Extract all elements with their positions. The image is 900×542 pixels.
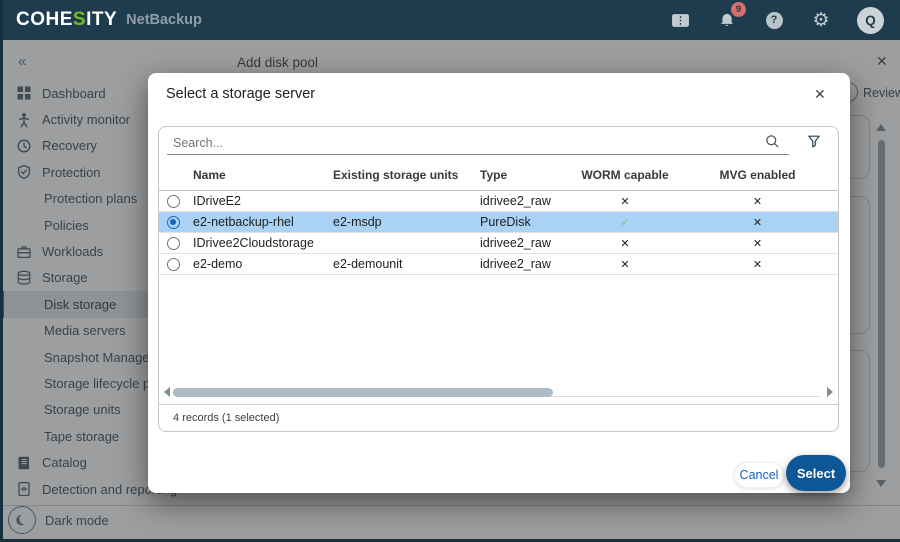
search-icon[interactable]: [765, 134, 780, 154]
dialog-close-button[interactable]: ✕: [812, 84, 828, 105]
table-row[interactable]: IDrivee2Cloudstorage idrivee2_raw ✕ ✕: [159, 233, 838, 254]
radio-button[interactable]: [167, 258, 180, 271]
header-actions: 9 ? ⚙ Q: [669, 7, 884, 34]
table-row-selected[interactable]: e2-netbackup-rhel e2-msdp PureDisk ✓ ✕: [159, 212, 838, 233]
select-storage-server-dialog: Select a storage server ✕ Name Existing …: [148, 73, 850, 493]
cell-type: idrivee2_raw: [480, 257, 565, 271]
worm-capable-mark: ✕: [565, 258, 685, 271]
cell-type: idrivee2_raw: [480, 236, 565, 250]
dialog-title: Select a storage server: [166, 86, 315, 102]
license-ticket-button[interactable]: [669, 9, 691, 31]
worm-capable-mark: ✕: [565, 237, 685, 250]
worm-capable-mark: ✕: [565, 195, 685, 208]
column-header-existing-storage-units[interactable]: Existing storage units: [333, 168, 480, 182]
dialog-cancel-button[interactable]: Cancel: [734, 462, 784, 488]
radio-button-selected[interactable]: [167, 216, 180, 229]
worm-capable-check: ✓: [565, 216, 685, 229]
notification-badge: 9: [731, 2, 746, 17]
hscroll-right-arrow-icon[interactable]: [827, 387, 833, 397]
storage-server-table: Name Existing storage units Type WORM ca…: [158, 126, 839, 432]
logo-text: COHE: [16, 9, 73, 30]
mvg-enabled-mark: ✕: [685, 237, 830, 250]
mvg-enabled-mark: ✕: [685, 216, 830, 229]
hscroll-left-arrow-icon[interactable]: [164, 387, 170, 397]
column-header-worm-capable[interactable]: WORM capable: [565, 168, 685, 182]
notifications-button[interactable]: 9: [716, 9, 738, 31]
cell-name: IDrivee2Cloudstorage: [193, 236, 333, 250]
search-input[interactable]: [167, 132, 789, 155]
cell-name: e2-demo: [193, 257, 333, 271]
help-button[interactable]: ?: [763, 9, 785, 31]
filter-icon[interactable]: [807, 134, 821, 154]
settings-button[interactable]: ⚙: [810, 9, 832, 31]
radio-button[interactable]: [167, 195, 180, 208]
ticket-icon: [671, 13, 690, 28]
user-avatar[interactable]: Q: [857, 7, 884, 34]
radio-button[interactable]: [167, 237, 180, 250]
gear-icon: ⚙: [812, 11, 829, 30]
table-header-row: Name Existing storage units Type WORM ca…: [159, 159, 838, 191]
cell-name: IDriveE2: [193, 194, 333, 208]
cohesity-logo[interactable]: COHESITY: [16, 9, 117, 31]
logo-text-end: ITY: [86, 9, 117, 30]
mvg-enabled-mark: ✕: [685, 195, 830, 208]
mvg-enabled-mark: ✕: [685, 258, 830, 271]
table-body: IDriveE2 idrivee2_raw ✕ ✕ e2-netbackup-r…: [159, 191, 838, 275]
table-footer-divider: [159, 404, 838, 405]
cell-existing-storage-units: e2-demounit: [333, 257, 480, 271]
records-summary: 4 records (1 selected): [173, 412, 279, 424]
cell-type: idrivee2_raw: [480, 194, 565, 208]
cell-type: PureDisk: [480, 215, 565, 229]
product-name: NetBackup: [126, 12, 202, 28]
column-header-name[interactable]: Name: [193, 168, 333, 182]
table-row[interactable]: e2-demo e2-demounit idrivee2_raw ✕ ✕: [159, 254, 838, 275]
app-window: COHESITY NetBackup 9 ? ⚙ Q « Add disk po…: [0, 0, 900, 542]
column-header-mvg-enabled[interactable]: MVG enabled: [685, 168, 830, 182]
question-mark-icon: ?: [766, 12, 783, 29]
cell-existing-storage-units: e2-msdp: [333, 215, 480, 229]
dialog-select-button[interactable]: Select: [786, 455, 846, 491]
logo-accent-letter: S: [73, 9, 86, 30]
window-edge-left: [0, 0, 3, 542]
app-header: COHESITY NetBackup 9 ? ⚙ Q: [0, 0, 900, 40]
cell-name: e2-netbackup-rhel: [193, 215, 333, 229]
hscroll-thumb[interactable]: [173, 388, 553, 397]
column-header-type[interactable]: Type: [480, 168, 565, 182]
table-row[interactable]: IDriveE2 idrivee2_raw ✕ ✕: [159, 191, 838, 212]
